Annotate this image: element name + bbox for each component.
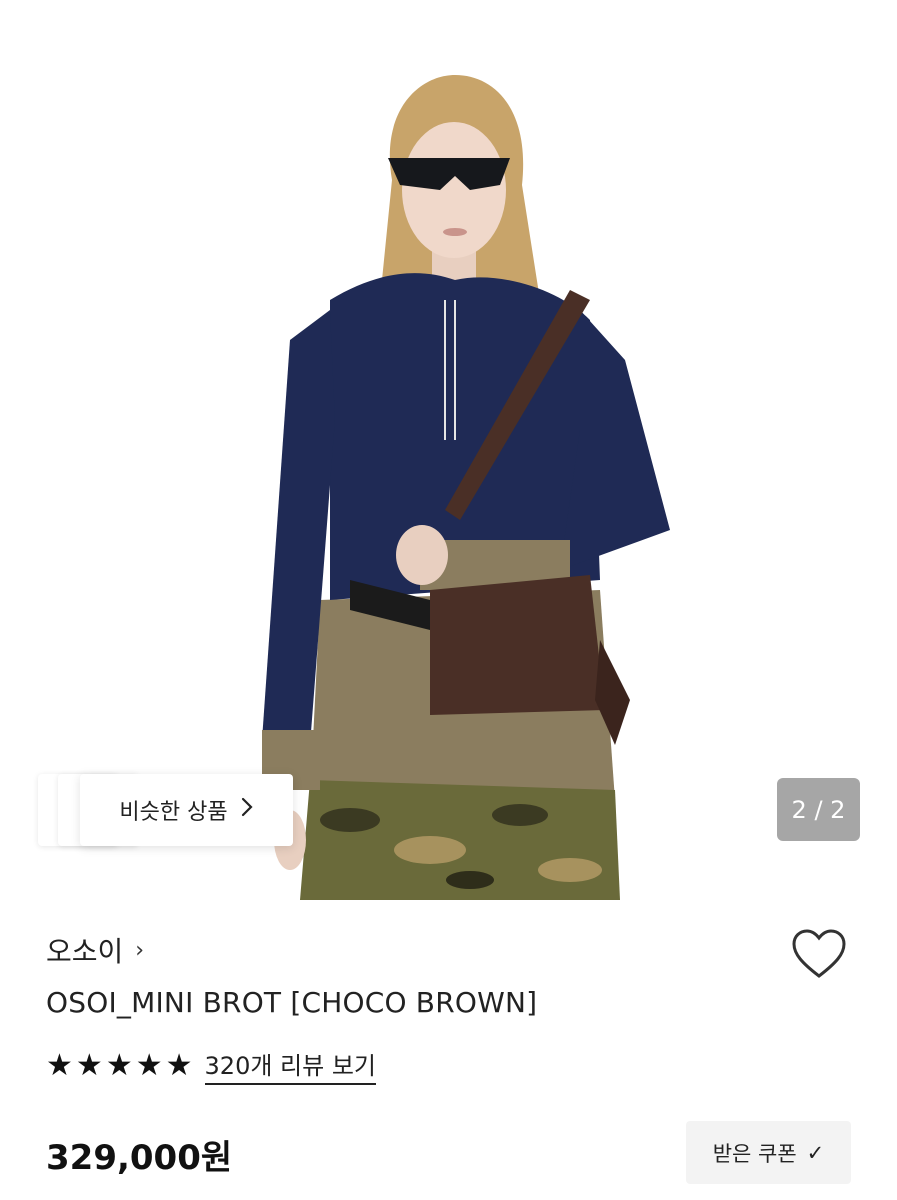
coupon-label: 받은 쿠폰	[712, 1141, 797, 1166]
brand-link[interactable]: 오소이 ›	[46, 930, 144, 970]
chevron-right-icon	[240, 796, 254, 824]
page-indicator-text: 2 / 2	[791, 795, 846, 824]
star-icon: ★	[135, 1047, 163, 1083]
chevron-right-icon: ›	[135, 937, 145, 963]
similar-products-button[interactable]: 비슷한 상품	[80, 774, 293, 846]
check-icon: ✓	[806, 1140, 825, 1165]
price: 329,000원	[46, 1138, 233, 1178]
brand-name: 오소이	[46, 935, 124, 968]
star-rating: ★ ★ ★ ★ ★	[46, 1047, 193, 1083]
coupon-button[interactable]: 받은 쿠폰 ✓	[686, 1121, 851, 1184]
rating-row: ★ ★ ★ ★ ★ 320개 리뷰 보기	[46, 1046, 376, 1085]
model-photo	[262, 75, 670, 900]
similar-products-label: 비슷한 상품	[119, 800, 228, 825]
wishlist-heart-button[interactable]	[790, 928, 848, 982]
star-icon: ★	[75, 1047, 103, 1083]
heart-icon	[790, 929, 848, 986]
image-page-indicator: 2 / 2	[777, 778, 860, 841]
star-icon: ★	[165, 1047, 193, 1083]
star-icon: ★	[46, 1047, 73, 1083]
review-link[interactable]: 320개 리뷰 보기	[204, 1046, 376, 1085]
star-icon: ★	[105, 1047, 133, 1083]
product-image[interactable]	[0, 0, 897, 900]
product-title: OSOI_MINI BROT [CHOCO BROWN]	[46, 986, 538, 1019]
